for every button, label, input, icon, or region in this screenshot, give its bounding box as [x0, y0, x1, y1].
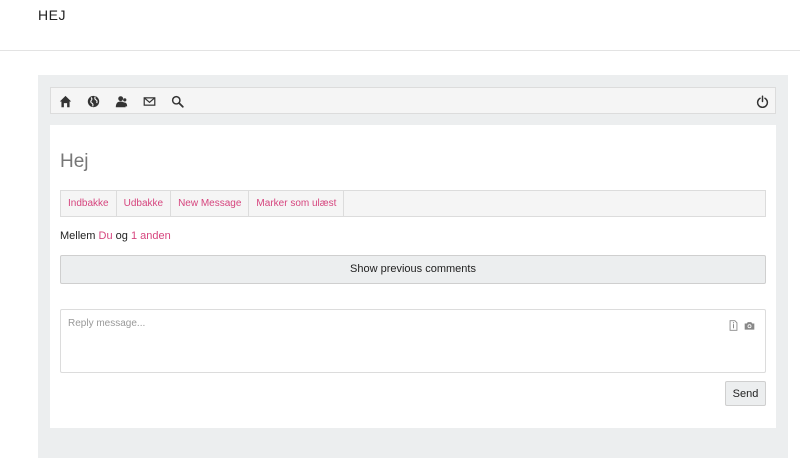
users-icon[interactable]: [113, 93, 129, 109]
reply-box: [60, 309, 766, 373]
message-content: Hej Indbakke Udbakke New Message Marker …: [50, 125, 776, 428]
tab-mark-unread[interactable]: Marker som ulæst: [249, 191, 345, 216]
toolbar: [50, 87, 776, 114]
file-icon[interactable]: [727, 320, 739, 331]
tab-udbakke[interactable]: Udbakke: [117, 191, 172, 216]
attach-icons: [727, 320, 755, 331]
site-title[interactable]: HEJ: [38, 7, 66, 23]
reply-message-input[interactable]: [61, 310, 765, 372]
participants-line: Mellem Du og 1 anden: [60, 230, 171, 242]
send-button[interactable]: Send: [725, 381, 766, 406]
message-tabs: Indbakke Udbakke New Message Marker som …: [60, 190, 766, 217]
participants-joiner: og: [115, 230, 128, 242]
envelope-icon[interactable]: [141, 93, 157, 109]
main-panel: Hej Indbakke Udbakke New Message Marker …: [38, 75, 788, 458]
search-icon[interactable]: [169, 93, 185, 109]
tab-indbakke[interactable]: Indbakke: [61, 191, 117, 216]
participant-you-link[interactable]: Du: [99, 230, 113, 242]
show-previous-comments-button[interactable]: Show previous comments: [60, 255, 766, 284]
tab-new-message[interactable]: New Message: [171, 191, 250, 216]
site-header: HEJ: [0, 0, 800, 51]
home-icon[interactable]: [57, 93, 73, 109]
participant-others-link[interactable]: 1 anden: [131, 230, 171, 242]
globe-icon[interactable]: [85, 93, 101, 109]
page-title: Hej: [60, 151, 89, 172]
camera-icon[interactable]: [743, 320, 755, 331]
participants-prefix: Mellem: [60, 230, 96, 242]
power-icon[interactable]: [754, 93, 770, 109]
